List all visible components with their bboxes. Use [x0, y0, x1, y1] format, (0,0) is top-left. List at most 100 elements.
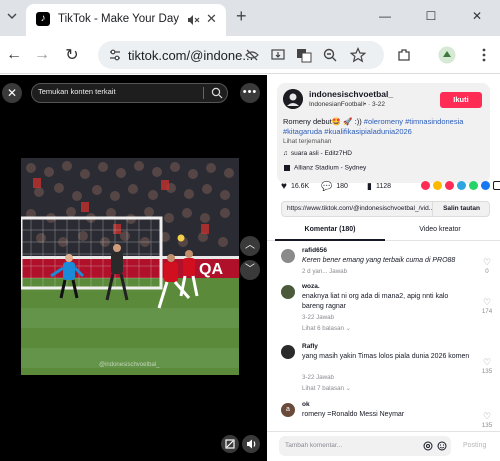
- comment-like-count: 135: [481, 422, 493, 429]
- tab-mute-icon[interactable]: [186, 13, 200, 27]
- comment-text: yang masih yakin Timas lolos piala dunia…: [302, 353, 470, 360]
- bookmark-stat[interactable]: ▮ 1128: [367, 181, 391, 192]
- maximize-icon[interactable]: ☐: [408, 0, 454, 32]
- facebook-share-icon[interactable]: [481, 181, 490, 190]
- browser-tab[interactable]: ♪ TikTok - Make Your Day ✕: [26, 4, 226, 36]
- mention-icon[interactable]: [423, 441, 433, 451]
- search-icon[interactable]: [211, 87, 223, 99]
- like-stat[interactable]: ♥ 16.6K: [281, 181, 309, 192]
- translate-icon[interactable]: [296, 47, 312, 63]
- previous-video-button[interactable]: ︿: [240, 236, 260, 256]
- comment-avatar[interactable]: [281, 285, 295, 299]
- tab-comments[interactable]: Komentar (180): [275, 226, 385, 233]
- eye-off-icon[interactable]: [244, 47, 260, 63]
- tab-search-icon[interactable]: [6, 10, 18, 22]
- close-icon[interactable]: ✕: [454, 0, 500, 32]
- comment-avatar[interactable]: [281, 249, 295, 263]
- bookmark-star-icon[interactable]: [350, 47, 366, 63]
- comment-stat[interactable]: 💬 180: [321, 181, 348, 192]
- reload-icon[interactable]: ↻: [62, 45, 82, 65]
- comment-username[interactable]: Rafly: [302, 343, 318, 350]
- post-caption: Romeny debut🤩 🚀 :)) #oleromeny #timnasin…: [283, 117, 488, 137]
- view-replies-link[interactable]: Lihat 7 balasan ⌄: [302, 385, 351, 392]
- extensions-icon[interactable]: [396, 47, 412, 63]
- emoji-icon[interactable]: [437, 441, 447, 451]
- share-icons: [421, 181, 500, 190]
- comment-avatar[interactable]: [281, 345, 295, 359]
- comment-meta[interactable]: 3-22 Jawab: [302, 374, 334, 381]
- comment-avatar[interactable]: a: [281, 403, 295, 417]
- comment-bubble-icon: 💬: [321, 181, 333, 191]
- copy-link-button[interactable]: Salin tautan: [432, 202, 490, 216]
- view-replies-link[interactable]: Lihat 6 balasan ⌄: [302, 325, 351, 332]
- menu-icon[interactable]: [476, 47, 492, 63]
- active-tab-indicator: [275, 239, 385, 241]
- more-options-button[interactable]: •••: [240, 83, 260, 103]
- site-info-icon[interactable]: [108, 48, 122, 62]
- search-divider: [203, 87, 204, 99]
- follow-button[interactable]: Ikuti: [440, 92, 482, 108]
- post-comment-button[interactable]: Posting: [463, 442, 486, 449]
- browser-tabstrip: ♪ TikTok - Make Your Day ✕ + — ☐ ✕: [0, 0, 500, 36]
- location-row[interactable]: Allianz Stadium - Sydney: [283, 164, 366, 172]
- comment-meta[interactable]: 3-22 Jawab: [302, 314, 334, 321]
- music-title: suara asli - Editz7HD: [290, 150, 352, 158]
- share-link-box: https://www.tiktok.com/@indonesischvoetb…: [281, 201, 490, 217]
- share-arrow-icon[interactable]: [493, 181, 500, 190]
- comment-username[interactable]: ok: [302, 401, 310, 408]
- heart-outline-icon: ♡: [482, 411, 492, 421]
- forward-icon[interactable]: →: [32, 45, 52, 65]
- author-name[interactable]: indonesischvoetbal_: [309, 89, 393, 99]
- next-video-button[interactable]: ﹀: [240, 260, 260, 280]
- share-link-text[interactable]: https://www.tiktok.com/@indonesischvoetb…: [287, 205, 432, 212]
- comment-username[interactable]: woza.: [302, 283, 320, 290]
- volume-button[interactable]: [242, 435, 260, 453]
- comment-like[interactable]: ♡ 135: [481, 411, 493, 429]
- zoom-icon[interactable]: [322, 47, 338, 63]
- like-count: 16.6K: [290, 183, 310, 190]
- music-row[interactable]: ♫ suara asli - Editz7HD: [283, 150, 352, 157]
- pip-icon: [225, 439, 235, 449]
- tab-close-icon[interactable]: ✕: [206, 11, 217, 27]
- profile-icon[interactable]: [438, 46, 456, 64]
- heart-outline-icon: ♡: [482, 257, 492, 267]
- back-icon[interactable]: ←: [4, 45, 24, 65]
- location-name: Allianz Stadium - Sydney: [294, 164, 367, 172]
- comment-text: romeny =Ronaldo Messi Neymar: [302, 411, 405, 418]
- telegram-share-icon[interactable]: [457, 181, 466, 190]
- comment-like[interactable]: ♡ 135: [481, 357, 493, 375]
- tiktok-favicon: ♪: [36, 12, 50, 26]
- repost-share-icon[interactable]: [445, 181, 454, 190]
- see-translation-link[interactable]: Lihat terjemahan: [283, 138, 331, 145]
- comment-like[interactable]: ♡ 174: [481, 297, 493, 315]
- new-tab-button[interactable]: +: [236, 6, 247, 27]
- coin-share-icon[interactable]: [433, 181, 442, 190]
- tab-creator-videos[interactable]: Video kreator: [385, 226, 495, 233]
- pip-button[interactable]: [221, 435, 239, 453]
- address-bar[interactable]: tiktok.com/@indone...: [98, 41, 384, 69]
- close-video-button[interactable]: ✕: [2, 83, 22, 103]
- caption-hashtags-line1[interactable]: #oleromeny #timnasindonesia: [364, 117, 464, 126]
- minimize-icon[interactable]: —: [362, 0, 408, 32]
- comment-like-count: 135: [481, 368, 493, 375]
- comment-input[interactable]: Tambah komentar...: [279, 436, 451, 456]
- whatsapp-share-icon[interactable]: [469, 181, 478, 190]
- bookmark-icon: ▮: [367, 181, 372, 191]
- embed-share-icon[interactable]: [421, 181, 430, 190]
- caption-hashtags-line2[interactable]: #kitagaruda #kualifikasipialadunia2026: [283, 127, 412, 136]
- comment-meta[interactable]: 2 d yan... Jawab: [302, 268, 347, 275]
- comment-item: rafid656 Keren bener emang yang terbaik …: [281, 247, 493, 277]
- related-search-input[interactable]: Temukan konten terkait: [31, 83, 228, 103]
- url-text[interactable]: tiktok.com/@indone...: [128, 48, 253, 63]
- comment-username[interactable]: rafid656: [302, 247, 327, 254]
- heart-icon: ♥: [281, 181, 287, 192]
- author-avatar[interactable]: [283, 89, 303, 109]
- author-avatar-image: [283, 89, 303, 109]
- comment-text: Keren bener emang yang terbaik cuma di P…: [302, 257, 456, 264]
- video-frame[interactable]: QA @indonesischvoetbal_: [21, 158, 239, 375]
- comments-list: rafid656 Keren bener emang yang terbaik …: [267, 243, 500, 430]
- comment-like[interactable]: ♡ 0: [481, 257, 493, 275]
- comment-count: 180: [336, 183, 348, 190]
- comment-composer: Tambah komentar... Posting: [267, 431, 500, 461]
- install-icon[interactable]: [270, 47, 286, 63]
